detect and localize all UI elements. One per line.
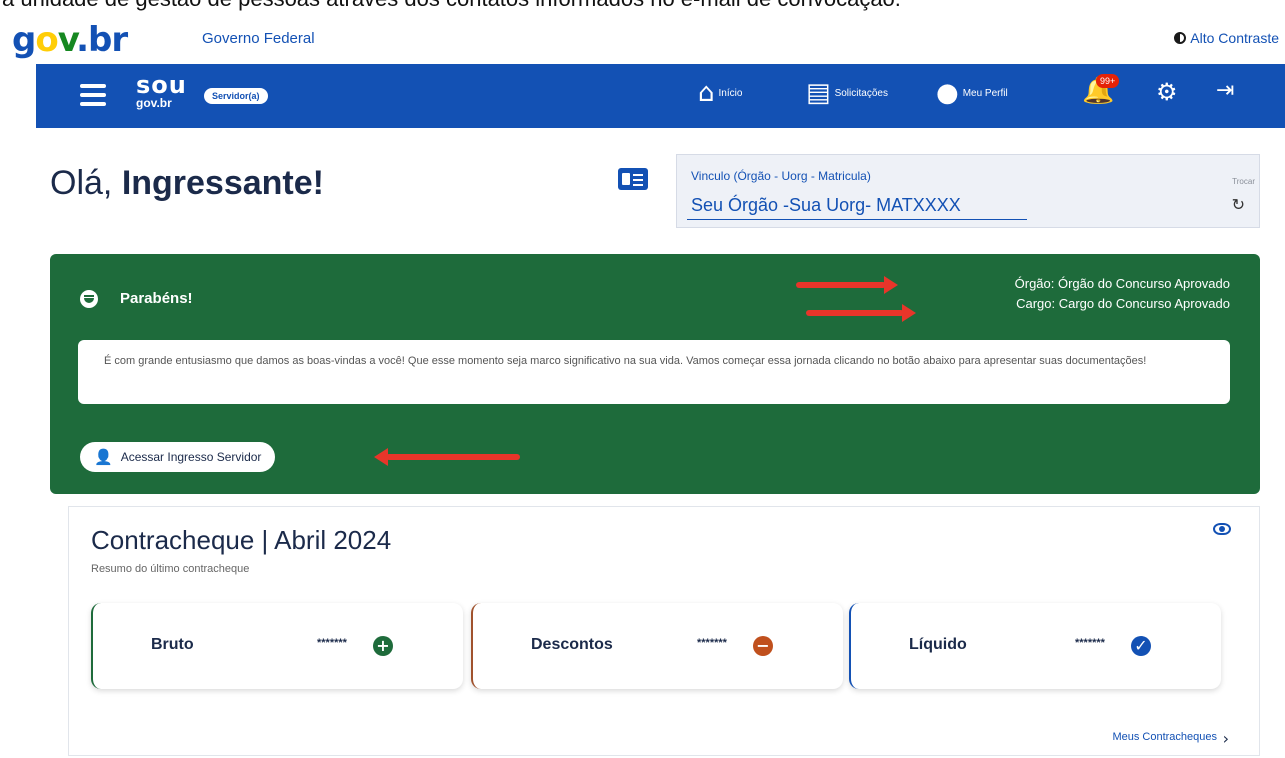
bruto-value: ******* bbox=[317, 637, 347, 649]
smile-icon bbox=[80, 290, 98, 308]
profile-badge: Servidor(a) bbox=[204, 88, 268, 104]
id-card-icon bbox=[618, 168, 648, 190]
user-check-icon: 👤 bbox=[94, 448, 113, 466]
page: a unidade de gestão de pessoas através d… bbox=[0, 0, 1285, 758]
vinculo-selector[interactable]: Vinculo (Órgão - Uorg - Matricula) Seu Ó… bbox=[676, 154, 1260, 228]
descontos-box: Descontos ******* − bbox=[471, 603, 843, 689]
orgao-cargo-info: Órgão: Órgão do Concurso Aprovado Cargo:… bbox=[1015, 274, 1230, 314]
contracheque-title: Contracheque | Abril 2024 bbox=[91, 525, 392, 555]
high-contrast-toggle[interactable]: Alto Contraste bbox=[1174, 30, 1279, 46]
menu-icon[interactable] bbox=[80, 84, 106, 106]
user-icon: ● bbox=[936, 78, 959, 108]
liquido-box: Líquido ******* ✓ bbox=[849, 603, 1221, 689]
welcome-message: É com grande entusiasmo que damos as boa… bbox=[78, 340, 1230, 404]
vinculo-underline bbox=[687, 219, 1027, 220]
gov-header: gov.br Governo Federal Alto Contraste bbox=[0, 20, 1285, 64]
home-icon: ⌂ bbox=[698, 78, 715, 108]
contrast-icon bbox=[1174, 32, 1187, 44]
trocar-label: Trocar bbox=[1232, 177, 1255, 186]
check-circle-icon: ✓ bbox=[1131, 636, 1151, 656]
eye-icon[interactable] bbox=[1213, 523, 1231, 535]
vinculo-value[interactable]: Seu Órgão -Sua Uorg- MATXXXX bbox=[691, 195, 961, 216]
descontos-label: Descontos bbox=[531, 636, 613, 653]
contracheque-subtitle: Resumo do último contracheque bbox=[91, 563, 250, 575]
liquido-value: ******* bbox=[1075, 637, 1105, 649]
high-contrast-label: Alto Contraste bbox=[1190, 30, 1279, 46]
sou-govbr-logo[interactable]: sou gov.br bbox=[136, 73, 187, 109]
descontos-value: ******* bbox=[697, 637, 727, 649]
nav-item-meu-perfil[interactable]: ● Meu Perfil bbox=[936, 80, 1008, 106]
red-arrow-button bbox=[374, 448, 520, 466]
gear-icon[interactable]: ⚙ bbox=[1156, 80, 1178, 104]
clipboard-icon: ▤ bbox=[806, 78, 831, 108]
instruction-caption: a unidade de gestão de pessoas através d… bbox=[2, 0, 901, 12]
vinculo-label: Vinculo (Órgão - Uorg - Matricula) bbox=[691, 169, 871, 183]
page-title: Olá, Ingressante! bbox=[50, 164, 324, 202]
notification-count-badge: 99+ bbox=[1096, 74, 1120, 88]
access-ingresso-button[interactable]: 👤 Acessar Ingresso Servidor bbox=[80, 442, 276, 472]
govbr-logo[interactable]: gov.br bbox=[12, 20, 128, 60]
cargo-text: Cargo: Cargo do Concurso Aprovado bbox=[1016, 296, 1230, 311]
bruto-box: Bruto ******* + bbox=[91, 603, 463, 689]
red-arrow-orgao bbox=[796, 276, 898, 294]
chevron-right-icon[interactable]: › bbox=[1223, 729, 1229, 748]
contracheque-card: Contracheque | Abril 2024 Resumo do últi… bbox=[68, 506, 1260, 756]
plus-circle-icon: + bbox=[373, 636, 393, 656]
access-ingresso-label: Acessar Ingresso Servidor bbox=[120, 450, 262, 464]
liquido-label: Líquido bbox=[909, 636, 967, 653]
nav-item-inicio[interactable]: ⌂ Início bbox=[698, 80, 742, 106]
red-arrow-cargo bbox=[806, 304, 916, 322]
logout-icon[interactable]: ⇥ bbox=[1216, 80, 1234, 102]
refresh-icon[interactable]: ↻ bbox=[1232, 195, 1245, 214]
orgao-text: Órgão: Órgão do Concurso Aprovado bbox=[1014, 276, 1230, 291]
nav-item-solicitacoes[interactable]: ▤ Solicitações bbox=[806, 80, 888, 106]
main-navbar: sou gov.br Servidor(a) ⌂ Início ▤ Solici… bbox=[36, 64, 1285, 128]
gov-name[interactable]: Governo Federal bbox=[202, 30, 315, 47]
meus-contracheques-link[interactable]: Meus Contracheques bbox=[1112, 731, 1217, 743]
bruto-label: Bruto bbox=[151, 636, 194, 653]
congrats-panel: Parabéns! Órgão: Órgão do Concurso Aprov… bbox=[50, 254, 1260, 494]
minus-circle-icon: − bbox=[753, 636, 773, 656]
congrats-title: Parabéns! bbox=[120, 290, 193, 307]
